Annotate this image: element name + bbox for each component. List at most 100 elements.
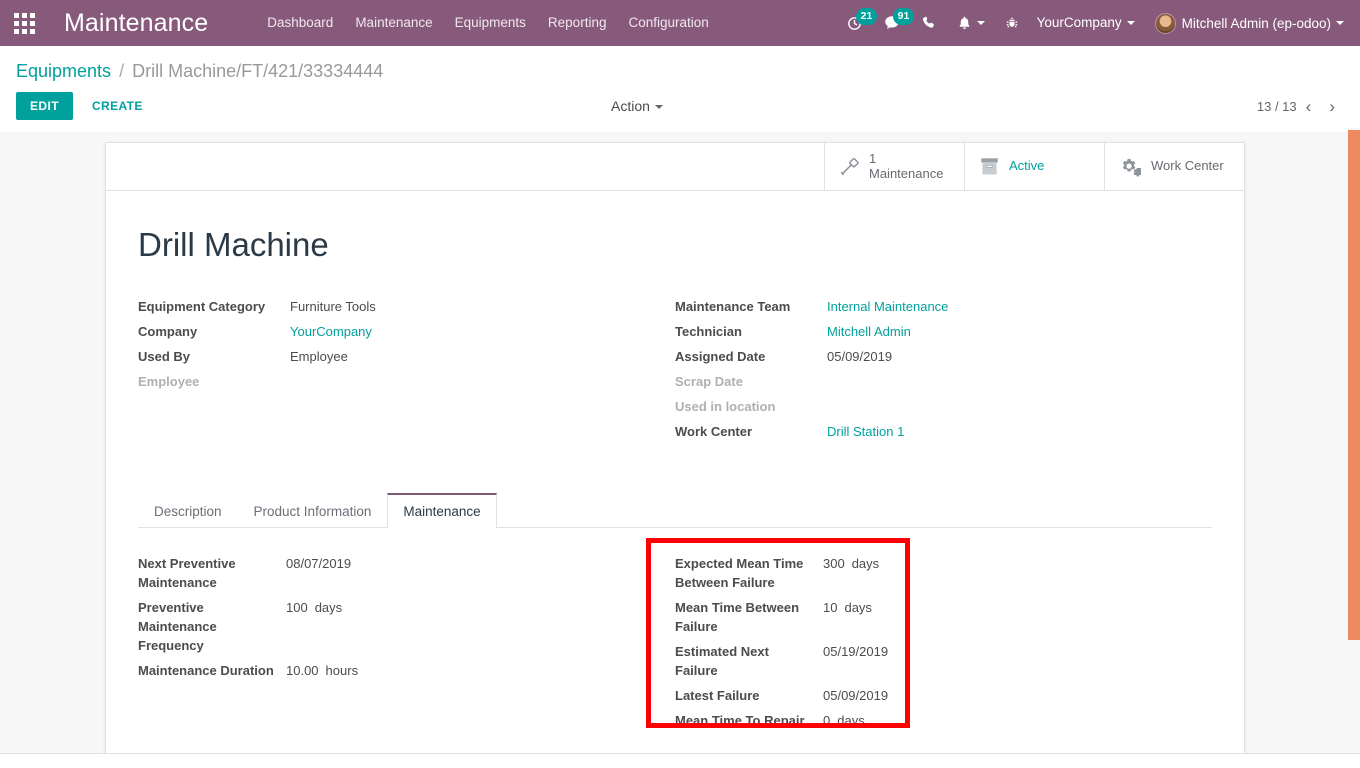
pager-count: 13 / 13 [1256,98,1297,114]
menu-item-dashboard[interactable]: Dashboard [256,0,344,46]
field-label: Scrap Date [675,374,743,390]
main-menu: Dashboard Maintenance Equipments Reporti… [256,0,720,46]
debug-menu-button[interactable] [995,0,1029,46]
field-label: Employee [138,374,200,390]
field-latest-failure: Latest Failure 05/09/2019 [675,686,1182,705]
edit-button[interactable]: EDIT [16,92,73,121]
field-label: Equipment Category [138,299,266,315]
breadcrumb-current-record: Drill Machine/FT/421/33334444 [132,61,384,81]
field-value[interactable]: YourCompany [290,322,372,341]
field-value: 300 days [823,554,879,573]
stat-button-maintenance[interactable]: 1 Maintenance [824,143,964,190]
stat-value: 1 [869,150,877,166]
messaging-menu-button[interactable]: 91 [873,0,915,46]
sheet-wrapper: 1 Maintenance Active Work Center Drill M… [0,128,1360,753]
value-number: 300 [823,556,845,572]
field-label: Mean Time To Repair [675,713,805,729]
menu-item-configuration[interactable]: Configuration [617,0,719,46]
control-panel: Equipments / Drill Machine/FT/421/333344… [0,46,1360,133]
stat-label: Work Center [1151,158,1224,174]
field-assigned-date: Assigned Date 05/09/2019 [675,347,1182,366]
stat-text: Work Center [1151,158,1224,174]
field-group-left: Equipment Category Furniture Tools Compa… [138,297,675,447]
stat-label: Maintenance [869,165,944,181]
field-value[interactable]: Drill Station 1 [827,422,904,441]
notifications-button[interactable] [947,0,995,46]
content-area: 1 Maintenance Active Work Center Drill M… [0,127,1360,753]
field-used-by: Used By Employee [138,347,645,366]
field-label: Used By [138,349,191,365]
user-name: Mitchell Admin (ep-odoo) [1181,15,1331,31]
value-number: 10.00 [286,663,319,679]
notebook: Description Product Information Maintena… [138,493,1212,753]
field-label: Used in location [675,399,776,415]
wrench-icon [839,156,860,177]
field-maintenance-duration: Maintenance Duration 10.00 hours [138,661,645,680]
breadcrumb-equipments[interactable]: Equipments [16,61,111,81]
field-label: Mean Time Between Failure [675,600,800,635]
field-label: Company [138,324,198,340]
field-label: Work Center [675,424,753,440]
field-label: Expected Mean Time Between Failure [675,556,804,591]
menu-item-reporting[interactable]: Reporting [537,0,618,46]
field-label: Preventive Maintenance Frequency [138,600,217,654]
tab-description[interactable]: Description [138,493,238,528]
menu-item-maintenance[interactable]: Maintenance [344,0,443,46]
field-label: Maintenance Team [675,299,791,315]
field-label: Technician [675,324,742,340]
pager-previous-button[interactable]: ‹ [1297,98,1321,115]
field-value: 05/19/2019 [823,642,895,661]
action-label: Action [611,98,650,115]
stat-button-active[interactable]: Active [964,143,1104,190]
top-navbar: Maintenance Dashboard Maintenance Equipm… [0,0,1360,46]
company-switcher[interactable]: YourCompany [1029,0,1143,46]
activity-menu-button[interactable]: 21 [836,0,878,46]
breadcrumb-separator: / [119,61,125,81]
value-unit [888,688,895,703]
value-unit: hours [325,663,359,679]
gears-icon [1119,156,1142,177]
action-dropdown[interactable]: Action [611,98,663,114]
field-value: 05/09/2019 [823,686,895,705]
archive-box-icon [979,157,1000,176]
user-menu[interactable]: Mitchell Admin (ep-odoo) [1143,12,1350,34]
field-value: 10 days [823,598,872,617]
field-value: 08/07/2019 [286,554,358,573]
field-value[interactable]: Internal Maintenance [827,297,948,316]
field-groups: Equipment Category Furniture Tools Compa… [138,297,1212,447]
field-label: Assigned Date [675,349,766,365]
field-preventive-maintenance-frequency: Preventive Maintenance Frequency 100 days [138,598,645,655]
scrollbar-thumb[interactable] [1348,130,1360,640]
field-value: 100 days [286,598,342,617]
form-sheet: 1 Maintenance Active Work Center Drill M… [105,142,1245,753]
field-company: Company YourCompany [138,322,645,341]
value-number: 10 [823,600,838,616]
phone-button[interactable] [911,0,947,46]
field-equipment-category: Equipment Category Furniture Tools [138,297,645,316]
field-value: 10.00 hours [286,661,358,680]
breadcrumb: Equipments / Drill Machine/FT/421/333344… [16,46,1344,85]
field-maintenance-team: Maintenance Team Internal Maintenance [675,297,1182,316]
phone-icon [922,16,934,28]
avatar [1154,12,1176,34]
tab-maintenance[interactable]: Maintenance [387,493,497,529]
create-button[interactable]: CREATE [79,92,156,120]
field-work-center: Work Center Drill Station 1 [675,422,1182,441]
navbar-right-tools: 21 91 YourCompany Mitchell Admin (ep-odo… [836,0,1360,46]
menu-item-equipments[interactable]: Equipments [444,0,537,46]
value-unit [888,644,895,659]
stat-button-box: 1 Maintenance Active Work Center [106,143,1244,191]
apps-grid-icon [13,12,35,34]
field-label: Latest Failure [675,688,760,704]
apps-menu-button[interactable] [0,0,48,46]
value-unit [351,556,358,571]
field-value: 0 days [823,711,865,730]
field-value: Furniture Tools [290,299,376,315]
vertical-scrollbar[interactable] [1348,128,1360,752]
stat-button-work-center[interactable]: Work Center [1104,143,1244,190]
field-group-right: Maintenance Team Internal Maintenance Te… [675,297,1212,447]
field-value[interactable]: Mitchell Admin [827,322,911,341]
tab-product-information[interactable]: Product Information [238,493,388,528]
pager-next-button[interactable]: › [1320,98,1344,115]
value-unit: days [837,713,865,729]
